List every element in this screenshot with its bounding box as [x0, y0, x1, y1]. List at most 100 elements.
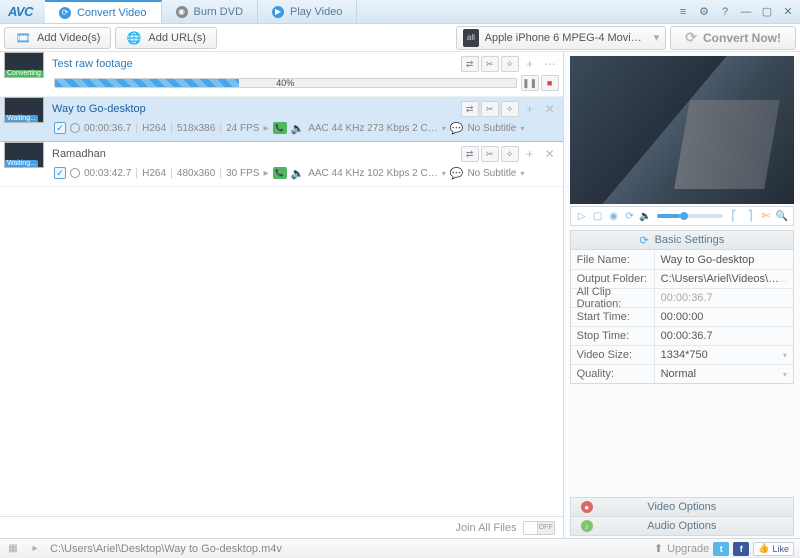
- volume-button[interactable]: 🔈: [639, 209, 653, 223]
- preview-panel: ▷ ▢ ◉ ⟳ 🔈 ⎡ ⎤ ✄ 🔍 ⟳ Basic Settings File …: [564, 52, 800, 538]
- upgrade-button[interactable]: ⬆ Upgrade: [654, 542, 709, 555]
- profile-icon: all: [463, 29, 478, 47]
- thumbnail: Waiting...: [4, 142, 44, 168]
- start-time-field[interactable]: 00:00:00: [655, 308, 793, 326]
- add-url-button[interactable]: 🌐 Add URL(s): [115, 27, 216, 49]
- duration: 00:03:42.7: [84, 168, 131, 179]
- step-button[interactable]: ▢: [591, 209, 605, 223]
- zoom-button[interactable]: 🔍: [775, 209, 789, 223]
- options-footer: ● Video Options ♪ Audio Options: [570, 498, 794, 536]
- audio-options-button[interactable]: ♪ Audio Options: [570, 516, 794, 536]
- label-video-size: Video Size:: [571, 346, 655, 364]
- item-tools: ⇄ ✂ ✧ + ✕: [461, 101, 559, 117]
- swap-button[interactable]: ⇄: [461, 56, 479, 72]
- add-icon[interactable]: +: [521, 101, 539, 117]
- label-filename: File Name:: [571, 250, 655, 269]
- effects-button[interactable]: ✧: [501, 146, 519, 162]
- clip-duration-value: 00:00:36.7: [655, 289, 793, 307]
- file-list-panel: Converting Test raw footage ⇄ ✂ ✧ + ⋯ 40…: [0, 52, 564, 538]
- join-label: Join All Files: [455, 522, 516, 534]
- tab-burn-dvd[interactable]: ◉ Burn DVD: [162, 0, 259, 23]
- audio-icon: 📞: [273, 122, 287, 134]
- play-button[interactable]: ▷: [575, 209, 589, 223]
- settings-button[interactable]: ⚙: [694, 3, 714, 21]
- status-tag: Waiting...: [5, 115, 38, 122]
- remove-icon[interactable]: ⋯: [541, 56, 559, 72]
- maximize-button[interactable]: ▢: [757, 3, 777, 21]
- quality-select[interactable]: Normal▾: [655, 365, 793, 383]
- audio-info[interactable]: AAC 44 KHz 102 Kbps 2 C…: [308, 168, 438, 179]
- play-icon: ▶: [272, 6, 284, 18]
- remove-icon[interactable]: ✕: [541, 101, 559, 117]
- minimize-button[interactable]: —: [736, 3, 756, 21]
- add-video-button[interactable]: 🎞 Add Video(s): [4, 27, 111, 49]
- progress-label: 40%: [276, 78, 294, 88]
- pause-button[interactable]: ❚❚: [521, 75, 539, 91]
- item-tools: ⇄ ✂ ✧ + ⋯: [461, 56, 559, 72]
- twitter-button[interactable]: t: [713, 542, 729, 556]
- basic-settings-header[interactable]: ⟳ Basic Settings: [570, 230, 794, 250]
- tab-convert-video[interactable]: ⟳ Convert Video: [45, 0, 162, 23]
- chevron-down-icon[interactable]: ▾: [442, 124, 446, 133]
- seek-slider[interactable]: [657, 214, 723, 218]
- cut-button[interactable]: ✂: [481, 146, 499, 162]
- snapshot-button[interactable]: ◉: [607, 209, 621, 223]
- rotate-button[interactable]: ⟳: [623, 209, 637, 223]
- film-plus-icon: 🎞: [15, 30, 31, 46]
- video-resolution: 518x386: [177, 123, 215, 134]
- cut-button[interactable]: ✂: [481, 56, 499, 72]
- video-size-select[interactable]: 1334*750▾: [655, 346, 793, 364]
- effects-button[interactable]: ✧: [501, 56, 519, 72]
- convert-now-button[interactable]: ⟳ Convert Now!: [670, 26, 796, 50]
- subtitle-icon: 💬: [450, 122, 464, 135]
- menu-button[interactable]: ≡: [673, 3, 693, 21]
- stop-button[interactable]: ■: [541, 75, 559, 91]
- subtitle-icon: 💬: [450, 167, 464, 180]
- like-button[interactable]: 👍 Like: [753, 542, 794, 556]
- chevron-down-icon[interactable]: ▾: [520, 169, 524, 178]
- chevron-down-icon[interactable]: ▾: [520, 124, 524, 133]
- checkbox[interactable]: ✓: [54, 167, 66, 179]
- effects-button[interactable]: ✧: [501, 101, 519, 117]
- list-item[interactable]: Waiting... Ramadhan ⇄ ✂ ✧ + ✕ ✓ 00:03:42…: [0, 142, 563, 187]
- tab-label: Play Video: [290, 6, 342, 18]
- video-options-button[interactable]: ● Video Options: [570, 497, 794, 517]
- item-title: Ramadhan: [50, 148, 455, 160]
- cut-clip-button[interactable]: ✄: [759, 209, 773, 223]
- thumbnail: Converting: [4, 52, 44, 78]
- swap-button[interactable]: ⇄: [461, 101, 479, 117]
- swap-button[interactable]: ⇄: [461, 146, 479, 162]
- facebook-button[interactable]: f: [733, 542, 749, 556]
- list-view-icon[interactable]: ▦: [6, 542, 20, 556]
- profile-label: Apple iPhone 6 MPEG-4 Movie (*.mp4): [485, 32, 648, 44]
- tab-play-video[interactable]: ▶ Play Video: [258, 0, 357, 23]
- subtitle-select[interactable]: No Subtitle: [467, 168, 516, 179]
- add-icon[interactable]: +: [521, 56, 539, 72]
- chevron-down-icon[interactable]: ▾: [442, 169, 446, 178]
- subtitle-select[interactable]: No Subtitle: [467, 123, 516, 134]
- trim-start-button[interactable]: ⎡: [727, 209, 741, 223]
- list-item[interactable]: Converting Test raw footage ⇄ ✂ ✧ + ⋯ 40…: [0, 52, 563, 97]
- item-tools: ⇄ ✂ ✧ + ✕: [461, 146, 559, 162]
- output-folder-field[interactable]: C:\Users\Ariel\Videos\……: [655, 270, 793, 288]
- close-button[interactable]: ✕: [778, 3, 798, 21]
- output-profile-select[interactable]: all Apple iPhone 6 MPEG-4 Movie (*.mp4) …: [456, 26, 666, 50]
- trim-end-button[interactable]: ⎤: [743, 209, 757, 223]
- help-button[interactable]: ?: [715, 3, 735, 21]
- refresh-icon: ⟳: [639, 234, 648, 247]
- stop-time-field[interactable]: 00:00:36.7: [655, 327, 793, 345]
- checkbox[interactable]: ✓: [54, 122, 66, 134]
- chevron-right-icon[interactable]: ▸: [28, 542, 42, 556]
- cut-button[interactable]: ✂: [481, 101, 499, 117]
- player-controls: ▷ ▢ ◉ ⟳ 🔈 ⎡ ⎤ ✄ 🔍: [570, 206, 794, 226]
- globe-plus-icon: 🌐: [126, 30, 142, 46]
- add-icon[interactable]: +: [521, 146, 539, 162]
- filename-field[interactable]: Way to Go-desktop: [655, 250, 793, 269]
- status-bar: ▦ ▸ C:\Users\Ariel\Desktop\Way to Go-des…: [0, 538, 800, 558]
- video-preview[interactable]: [570, 56, 794, 204]
- audio-info[interactable]: AAC 44 KHz 273 Kbps 2 C…: [308, 123, 438, 134]
- join-toggle[interactable]: OFF: [523, 521, 555, 535]
- list-item[interactable]: Waiting... Way to Go-desktop ⇄ ✂ ✧ + ✕ ✓…: [0, 97, 563, 142]
- video-codec: H264: [142, 168, 166, 179]
- remove-icon[interactable]: ✕: [541, 146, 559, 162]
